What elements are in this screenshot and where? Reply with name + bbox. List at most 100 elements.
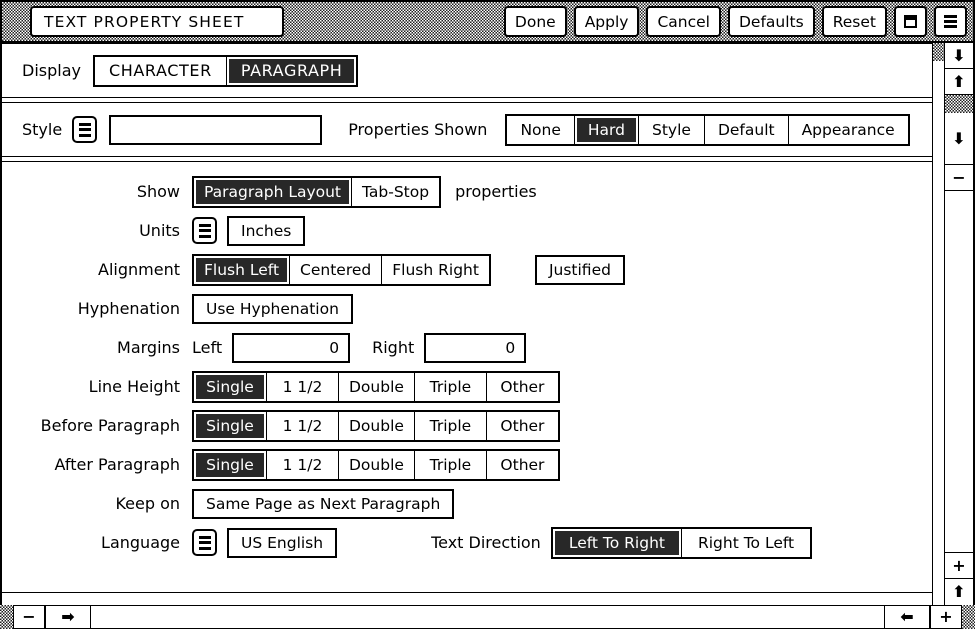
after-paragraph-option-single[interactable]: Single [194, 450, 266, 479]
after-paragraph-option-triple-label: Triple [429, 455, 472, 474]
hscroll-expand-button[interactable]: + [930, 605, 962, 629]
margins-right-input[interactable]: 0 [424, 332, 527, 363]
properties-shown-option-style[interactable]: Style [638, 115, 704, 144]
vertical-scrollbar-track[interactable] [945, 191, 973, 553]
alignment-segmented-control: Flush Left Centered Flush Right [192, 253, 491, 286]
show-option-tab-stop[interactable]: Tab-Stop [351, 177, 440, 206]
after-paragraph-option-other[interactable]: Other [485, 450, 558, 479]
before-paragraph-option-single[interactable]: Single [194, 411, 266, 440]
hscroll-collapse-button[interactable]: − [13, 605, 45, 629]
scroll-down-button-mid[interactable]: ⬇ [945, 113, 973, 165]
display-option-paragraph[interactable]: PARAGRAPH [225, 56, 357, 85]
properties-shown-option-default[interactable]: Default [703, 115, 788, 144]
properties-shown-option-hard[interactable]: Hard [573, 115, 638, 144]
hyphenation-toggle-label: Use Hyphenation [206, 299, 339, 318]
text-direction-option-ltr[interactable]: Left To Right [552, 528, 681, 557]
line-height-option-other-label: Other [500, 377, 545, 396]
text-direction-option-rtl[interactable]: Right To Left [680, 528, 811, 557]
scroll-down-button-top[interactable]: ⬇ [945, 43, 973, 69]
after-paragraph-option-other-label: Other [500, 455, 545, 474]
show-option-paragraph-layout[interactable]: Paragraph Layout [194, 177, 352, 206]
properties-shown-option-none[interactable]: None [507, 115, 574, 144]
title-bar: TEXT PROPERTY SHEET Done Apply Cancel De… [0, 0, 975, 43]
before-paragraph-option-double[interactable]: Double [338, 411, 414, 440]
alignment-option-flush-right[interactable]: Flush Right [381, 255, 489, 284]
line-height-option-other[interactable]: Other [485, 372, 558, 401]
display-panel: Display CHARACTER PARAGRAPH [2, 43, 932, 98]
line-height-option-double[interactable]: Double [338, 372, 414, 401]
cancel-button[interactable]: Cancel [646, 6, 721, 37]
line-height-label: Line Height [88, 377, 180, 396]
alignment-option-centered[interactable]: Centered [289, 255, 382, 284]
properties-shown-option-none-label: None [520, 120, 561, 139]
vertical-scrollbar[interactable]: ⬇ ⬆ ⬇ − + ⬆ [933, 43, 975, 605]
before-paragraph-option-double-label: Double [349, 416, 404, 435]
after-paragraph-option-double[interactable]: Double [338, 450, 414, 479]
scroll-expand-button[interactable]: + [945, 553, 973, 579]
keep-on-row: Keep on Same Page as Next Paragraph [2, 484, 932, 523]
cancel-button-label: Cancel [657, 12, 710, 31]
show-label: Show [136, 182, 180, 201]
line-height-option-single-label: Single [206, 377, 254, 396]
scroll-up-button-bottom[interactable]: ⬆ [945, 579, 973, 605]
display-segmented-control: CHARACTER PARAGRAPH [92, 54, 359, 87]
reset-button[interactable]: Reset [821, 6, 887, 37]
alignment-option-justified-label: Justified [548, 260, 611, 279]
properties-shown-option-hard-label: Hard [587, 120, 625, 139]
properties-shown-label: Properties Shown [348, 120, 488, 139]
line-height-row: Line Height Single 1 1/2 Double Triple O… [2, 367, 932, 406]
line-height-option-1-1-2[interactable]: 1 1/2 [266, 372, 338, 401]
arrow-left-icon: ⬅ [900, 607, 914, 626]
text-direction-option-rtl-label: Right To Left [697, 533, 795, 552]
window-resize-button[interactable] [894, 6, 927, 37]
after-paragraph-option-triple[interactable]: Triple [413, 450, 486, 479]
properties-shown-option-appearance[interactable]: Appearance [787, 115, 908, 144]
hscroll-left-button[interactable]: ⬅ [884, 605, 930, 629]
show-option-tab-stop-label: Tab-Stop [362, 182, 430, 201]
scroll-collapse-button[interactable]: − [945, 165, 973, 191]
units-menu-button[interactable] [192, 217, 217, 244]
before-paragraph-option-other[interactable]: Other [485, 411, 558, 440]
text-direction-option-ltr-label: Left To Right [568, 533, 665, 552]
defaults-button[interactable]: Defaults [727, 6, 815, 37]
before-paragraph-option-triple[interactable]: Triple [413, 411, 486, 440]
units-value-button[interactable]: Inches [227, 215, 306, 246]
keep-on-toggle-button[interactable]: Same Page as Next Paragraph [192, 488, 455, 519]
properties-shown-option-style-label: Style [652, 120, 691, 139]
after-paragraph-option-1-1-2-label: 1 1/2 [282, 455, 323, 474]
minus-icon: − [22, 607, 36, 626]
arrow-up-icon: ⬆ [952, 582, 966, 601]
style-menu-button[interactable] [72, 116, 98, 143]
text-property-sheet-window: TEXT PROPERTY SHEET Done Apply Cancel De… [0, 0, 975, 629]
margins-left-input[interactable]: 0 [232, 332, 351, 363]
done-button[interactable]: Done [503, 6, 567, 37]
alignment-label: Alignment [98, 260, 180, 279]
hyphenation-label: Hyphenation [77, 299, 180, 318]
arrow-right-icon: ➡ [61, 607, 75, 626]
horizontal-scrollbar[interactable]: − ➡ ⬅ + [0, 605, 975, 629]
hyphenation-toggle-button[interactable]: Use Hyphenation [192, 293, 353, 324]
plus-icon: + [952, 555, 966, 575]
after-paragraph-option-double-label: Double [349, 455, 404, 474]
reset-button-label: Reset [832, 12, 876, 31]
display-option-character[interactable]: CHARACTER [94, 56, 226, 85]
language-menu-button[interactable] [192, 529, 217, 556]
alignment-option-justified[interactable]: Justified [534, 254, 625, 285]
defaults-button-label: Defaults [738, 12, 804, 31]
hscroll-right-button[interactable]: ➡ [45, 605, 91, 629]
vertical-scrollbar-thumb-top[interactable] [945, 95, 973, 113]
apply-button[interactable]: Apply [573, 6, 640, 37]
alignment-option-flush-left-label: Flush Left [204, 260, 280, 279]
display-option-paragraph-label: PARAGRAPH [240, 61, 343, 80]
alignment-option-flush-left[interactable]: Flush Left [194, 255, 290, 284]
window-title-text: TEXT PROPERTY SHEET [44, 12, 245, 31]
scroll-up-button-top[interactable]: ⬆ [945, 69, 973, 95]
after-paragraph-option-1-1-2[interactable]: 1 1/2 [266, 450, 338, 479]
language-value-button[interactable]: US English [227, 527, 338, 558]
line-height-option-triple[interactable]: Triple [413, 372, 486, 401]
window-menu-button[interactable] [934, 6, 967, 37]
horizontal-scrollbar-track[interactable] [91, 605, 884, 629]
style-input[interactable] [109, 114, 323, 145]
line-height-option-single[interactable]: Single [194, 372, 266, 401]
before-paragraph-option-1-1-2[interactable]: 1 1/2 [266, 411, 338, 440]
